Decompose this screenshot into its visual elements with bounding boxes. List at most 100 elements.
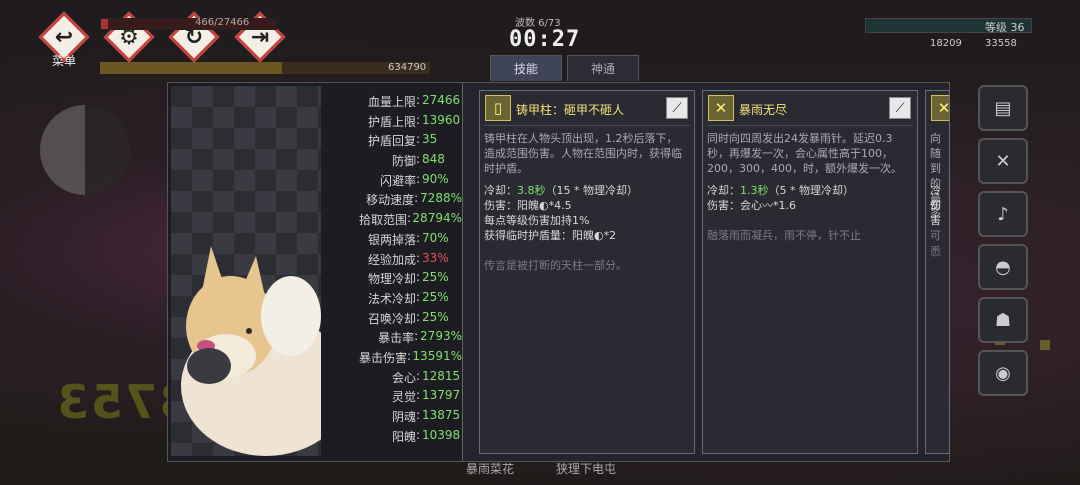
hp-text: 466/27466 <box>195 17 250 28</box>
stat-row: 阳魄:10398 <box>328 428 462 448</box>
stat-row: 暴击伤害:13591% <box>328 349 462 369</box>
stat-row: 移动速度:7288% <box>328 191 462 211</box>
tab-skills[interactable]: 技能 <box>490 55 562 81</box>
character-stats-panel: 血量上限:27466 护盾上限:13960 护盾回复:35 防御:848 闪避率:90%… <box>168 83 463 461</box>
stat-row: 召唤冷却:25% <box>328 310 462 330</box>
stat-value: 13797 <box>422 388 461 403</box>
bell-icon[interactable]: ♪ <box>978 191 1028 237</box>
stat-label: 移动速度 <box>366 193 415 208</box>
stat-row: 法术冷却:25% <box>328 290 462 310</box>
skill-stat-line: 获得临时护盾量：阳魄◐*2 <box>484 229 617 242</box>
sword-icon[interactable]: ⟋ <box>666 97 688 119</box>
stat-label: 召唤冷却 <box>367 311 416 326</box>
stat-row: 防御:848 <box>328 152 462 172</box>
needles-icon: ✕ <box>708 95 734 121</box>
stat-value: 25% <box>422 309 449 324</box>
equipped-skills-column: ▤ ✕ ♪ ◓ ☗ ◉ <box>978 82 1033 402</box>
stat-row: 拾取范围:28794% <box>328 211 462 231</box>
stat-row: 经验加成:33% <box>328 251 462 271</box>
stat-label: 法术冷却 <box>367 291 416 306</box>
xp-text: 634790 <box>388 62 427 73</box>
stat-label: 护盾上限 <box>367 114 416 129</box>
stats-list: 血量上限:27466 护盾上限:13960 护盾回复:35 防御:848 闪避率:90%… <box>328 93 462 447</box>
skill-stat-line: 伤害：阳魄◐*4.5 <box>484 199 572 212</box>
stat-value: 90% <box>422 171 449 186</box>
skill-title: 暴雨无尽 <box>739 103 788 117</box>
stat-value: 2793% <box>420 329 462 344</box>
stat-row: 物理冷却:25% <box>328 270 462 290</box>
stat-row: 暴击率:2793% <box>328 329 462 349</box>
stat-row: 灵觉:13797 <box>328 388 462 408</box>
scroll-icon[interactable]: ▤ <box>978 85 1028 131</box>
stat-row: 银两掉落:70% <box>328 231 462 251</box>
mask-icon[interactable]: ☗ <box>978 297 1028 343</box>
stat-value: 27466 <box>422 93 461 107</box>
stat-label: 防御 <box>391 154 416 169</box>
sword-icon[interactable]: ⟋ <box>889 97 911 119</box>
skill-card[interactable]: ▯ 铸甲柱：砸甲不砸人 ⟋ 铸甲柱在人物头顶出现，1.2秒后落下，造成范围伤害。… <box>479 90 695 454</box>
xp-bar <box>100 62 430 74</box>
skill-lore: 融落雨而凝兵，雨不停，针不止 <box>707 229 861 242</box>
orb-icon[interactable]: ◉ <box>978 350 1028 396</box>
stat-label: 暴击伤害 <box>359 350 408 365</box>
skill-description: 铸甲柱在人物头顶出现，1.2秒后落下，造成范围伤害。人物在范围内时，获得临时护盾… <box>484 132 682 175</box>
skill-lore: 可悉 <box>930 229 941 258</box>
stat-label: 经验加成 <box>367 252 416 267</box>
skill-stat-line: 伤害 <box>930 199 941 227</box>
stat-label: 护盾回复 <box>367 134 416 149</box>
stat-row: 阴魂:13875 <box>328 408 462 428</box>
skill-stat-line: 伤害：会心〰*1.6 <box>707 199 796 212</box>
menu-label: 菜单 <box>52 54 77 68</box>
level-text: 等级 36 <box>985 21 1025 34</box>
fox-portrait-icon <box>181 246 351 456</box>
stat-row: 护盾上限:13960 <box>328 113 462 133</box>
stat-label: 暴击率 <box>378 331 415 346</box>
stat-value: 13591% <box>412 348 462 363</box>
currency-count: 33558 <box>985 38 1017 49</box>
crossed-needles-icon[interactable]: ✕ <box>978 138 1028 184</box>
stat-value: 12815 <box>422 368 461 383</box>
bottom-label: 狭理下电屯 <box>556 462 617 476</box>
stat-value: 25% <box>422 270 449 285</box>
skill-icon: ✕ <box>931 95 949 121</box>
stat-row: 血量上限:27466 <box>328 93 462 113</box>
stat-label: 物理冷却 <box>367 272 416 287</box>
bottom-label: 暴雨菜花 <box>466 462 515 476</box>
stat-row: 护盾回复:35 <box>328 132 462 152</box>
stat-label: 闪避率 <box>379 173 416 188</box>
stat-value: 70% <box>422 230 449 245</box>
timer: 00:27 <box>509 27 581 52</box>
yinyang-icon <box>40 105 130 195</box>
stat-value: 13875 <box>422 408 461 422</box>
skill-card[interactable]: ✕ 暴雨无尽 ⟋ 同时向四周发出24发暴雨针。延迟0.3秒，再爆发一次，会心属性… <box>702 90 918 454</box>
stat-label: 银两掉落 <box>367 232 416 247</box>
stat-value: 7288% <box>420 191 462 206</box>
hp-bar <box>100 18 277 30</box>
background-block <box>1040 340 1050 350</box>
skill-stat-line: 每点等级伤害加持1% <box>484 214 590 227</box>
tab-divine-powers[interactable]: 神通 <box>567 55 639 81</box>
stat-value: 10398 <box>422 427 461 442</box>
stat-value: 28794% <box>412 211 462 226</box>
skill-title: 铸甲柱：砸甲不砸人 <box>516 103 625 117</box>
skill-cooldown: 冷却：3.8秒（15 * 物理冷却） <box>484 184 638 197</box>
stat-value: 35 <box>422 132 438 147</box>
stat-label: 血量上限 <box>367 95 416 109</box>
stat-row: 会心:12815 <box>328 369 462 389</box>
stat-label: 灵觉 <box>391 390 416 405</box>
stat-row: 闪避率:90% <box>328 172 462 192</box>
dome-icon[interactable]: ◓ <box>978 244 1028 290</box>
stat-label: 拾取范围 <box>359 213 408 228</box>
skill-lore: 传言是被打断的天柱一部分。 <box>484 259 627 272</box>
pillar-icon: ▯ <box>485 95 511 121</box>
stat-label: 阳魄 <box>391 429 416 444</box>
skill-card[interactable]: ✕ 向随到的最多 冷却 伤害 可悉 <box>925 90 950 454</box>
stat-value: 33% <box>422 250 449 265</box>
stat-value: 13960 <box>422 112 461 127</box>
stat-value: 25% <box>422 289 449 304</box>
stat-value: 848 <box>422 152 445 167</box>
currency-count: 18209 <box>930 38 962 49</box>
skill-cooldown: 冷却：1.3秒（5 * 物理冷却） <box>707 184 854 197</box>
skill-description: 同时向四周发出24发暴雨针。延迟0.3秒，再爆发一次，会心属性高于100，200… <box>707 132 902 175</box>
stat-label: 会心 <box>391 370 416 385</box>
